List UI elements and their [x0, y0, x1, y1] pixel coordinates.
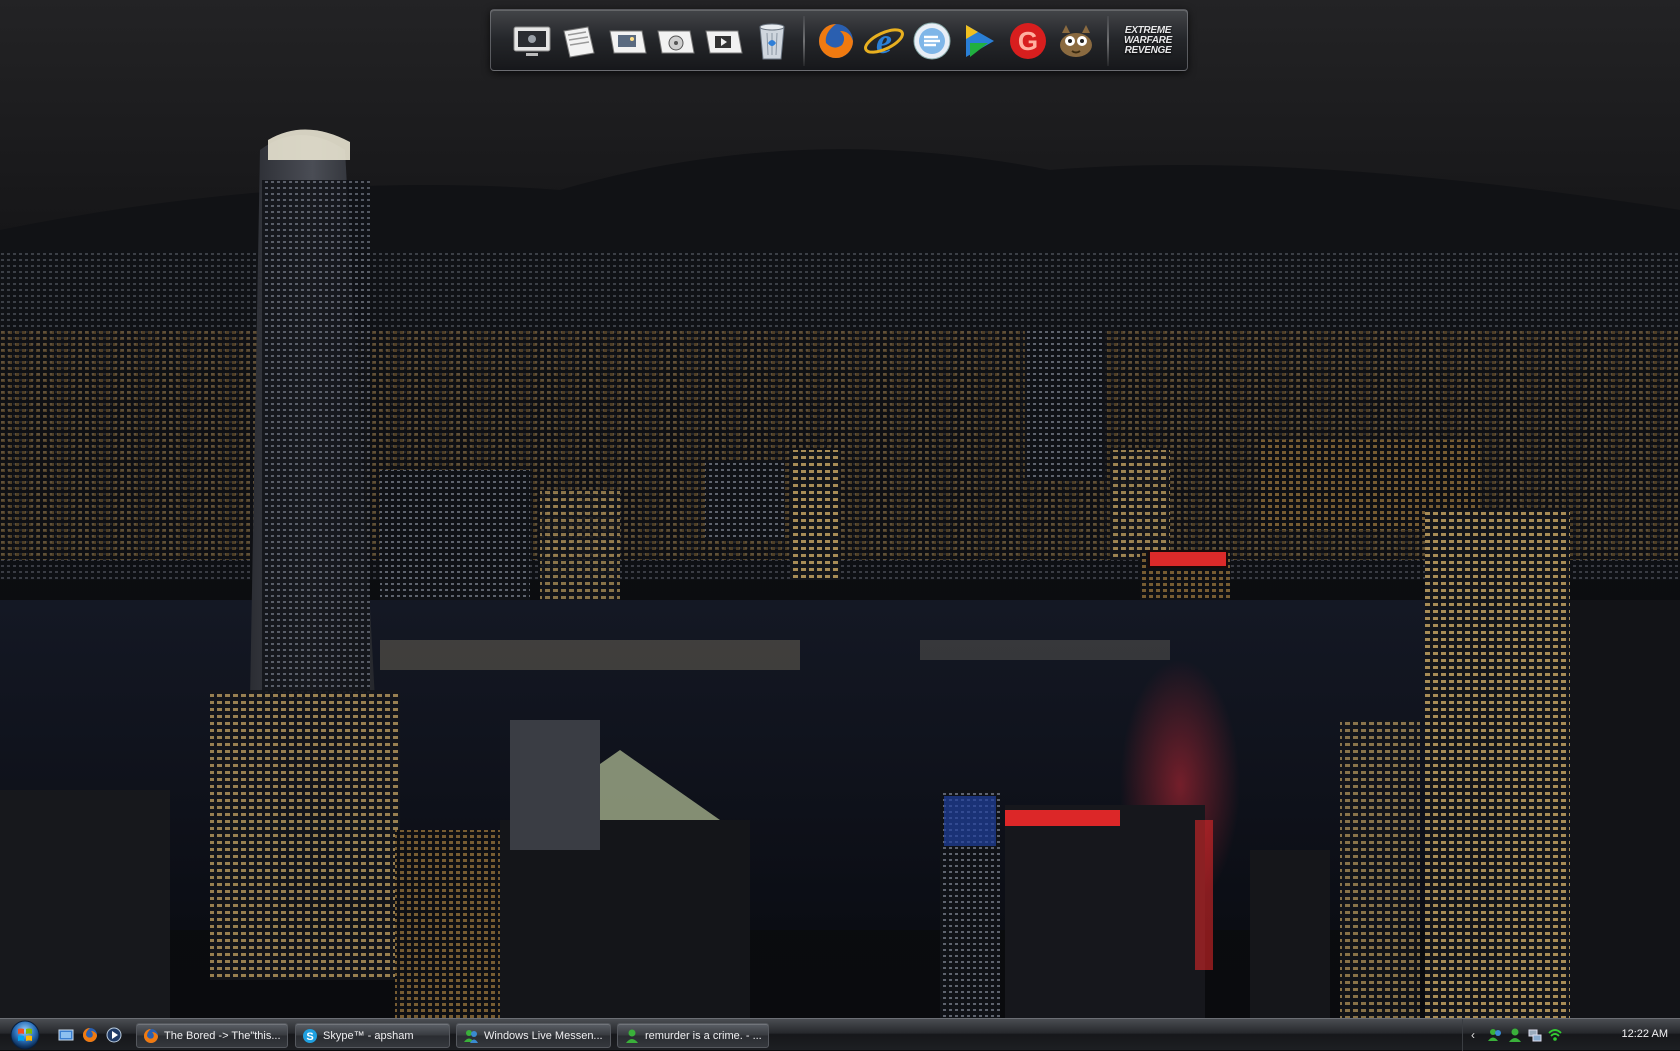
show-hidden-icons-chevron-icon[interactable]: ‹ [1471, 1028, 1483, 1042]
taskbar-task-chat[interactable]: remurder is a crime. - ... [617, 1023, 769, 1048]
music-icon[interactable] [653, 16, 699, 66]
show-desktop-icon[interactable] [56, 1025, 76, 1045]
taskbar-task-messenger[interactable]: Windows Live Messen... [456, 1023, 611, 1048]
wireless-icon[interactable] [1547, 1027, 1563, 1043]
network-icon[interactable] [1527, 1027, 1543, 1043]
task-label: The Bored -> The"this... [164, 1029, 281, 1042]
taskbar-task-browser[interactable]: The Bored -> The"this... [136, 1023, 288, 1048]
gimp-icon[interactable] [1053, 16, 1099, 66]
desktop[interactable]: e G EXTREME WARFARE REVENGE [0, 0, 1680, 1018]
monitor-icon[interactable] [509, 16, 555, 66]
media-player-quicklaunch-icon[interactable] [104, 1025, 124, 1045]
windows-logo-icon [10, 1020, 40, 1050]
svg-text:G: G [1018, 26, 1038, 56]
system-tray: ‹ 12:22 AM [1462, 1019, 1680, 1051]
dock-separator [1107, 16, 1109, 66]
task-label: remurder is a crime. - ... [645, 1029, 762, 1042]
documents-icon[interactable] [557, 16, 603, 66]
svg-text:S: S [306, 1031, 313, 1043]
svg-text:e: e [876, 21, 892, 61]
wallpaper-night-skyline [0, 0, 1680, 1018]
recycle-bin-icon[interactable] [749, 16, 795, 66]
firefox-icon [143, 1028, 159, 1044]
internet-explorer-icon[interactable]: e [861, 16, 907, 66]
task-label: Windows Live Messen... [484, 1029, 603, 1042]
red-g-icon[interactable]: G [1005, 16, 1051, 66]
clock[interactable]: 12:22 AM [1622, 1028, 1668, 1040]
dock: e G EXTREME WARFARE REVENGE [490, 9, 1188, 71]
media-icon[interactable] [957, 16, 1003, 66]
messenger-status-icon[interactable] [1487, 1027, 1503, 1043]
extreme-warfare-revenge-icon[interactable]: EXTREME WARFARE REVENGE [1117, 16, 1179, 66]
taskbar: The Bored -> The"this... S Skype™ - apsh… [0, 1018, 1680, 1051]
quick-launch [56, 1025, 124, 1045]
task-label: Skype™ - apsham [323, 1029, 414, 1042]
dock-separator [803, 16, 805, 66]
taskbar-task-skype[interactable]: S Skype™ - apsham [295, 1023, 450, 1048]
firefox-quicklaunch-icon[interactable] [80, 1025, 100, 1045]
skype-style-icon[interactable] [909, 16, 955, 66]
pictures-icon[interactable] [605, 16, 651, 66]
skype-icon: S [302, 1028, 318, 1044]
start-button[interactable] [6, 1019, 44, 1051]
user-status-icon[interactable] [1507, 1027, 1523, 1043]
messenger-icon [463, 1028, 479, 1044]
game-label: EXTREME WARFARE REVENGE [1124, 25, 1172, 56]
videos-icon[interactable] [701, 16, 747, 66]
messenger-chat-icon [624, 1028, 640, 1044]
firefox-icon[interactable] [813, 16, 859, 66]
